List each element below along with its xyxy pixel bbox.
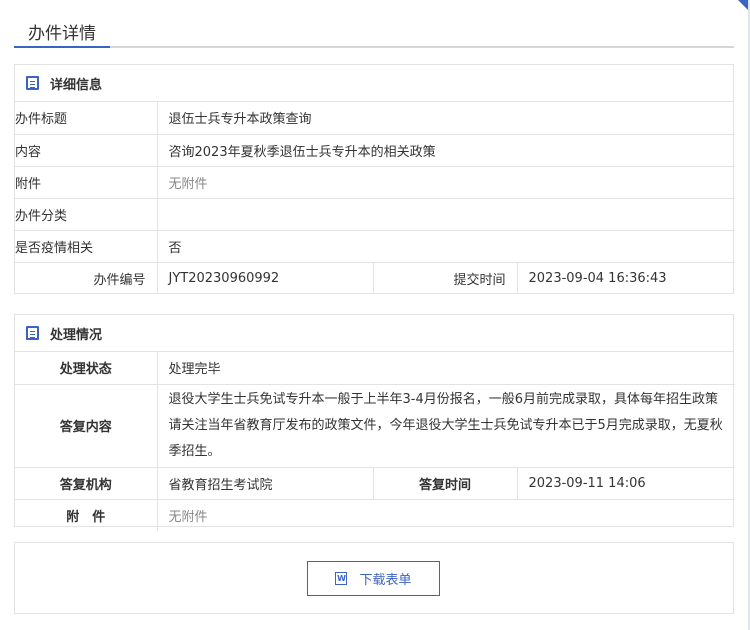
detail-table: 办件标题 退伍士兵专升本政策查询 内容 咨询2023年夏秋季退伍士兵专升本的相关… (15, 102, 735, 294)
handling-attachment-value: 无附件 (157, 498, 736, 531)
download-form-button[interactable]: W 下载表单 (307, 561, 440, 596)
table-row: 答复机构 省教育招生考试院 答复时间 2023-09-11 14:06 (15, 466, 736, 499)
table-row: 附 件 无附件 (15, 498, 736, 531)
submit-time-value: 2023-09-04 16:36:43 (517, 261, 735, 294)
handling-table: 处理状态 处理完毕 答复内容 退役大学生士兵免试专升本一般于上半年3-4月份报名… (15, 352, 736, 531)
category-label: 办件分类 (15, 197, 158, 230)
table-row: 办件标题 退伍士兵专升本政策查询 (15, 102, 735, 134)
handling-panel-header: 处理情况 (15, 315, 733, 352)
org-value: 省教育招生考试院 (157, 466, 374, 499)
page-header: 办件详情 (14, 14, 734, 48)
content-label: 内容 (15, 133, 158, 166)
download-label: 下载表单 (359, 573, 412, 588)
table-row: 办件分类 (15, 197, 735, 230)
word-doc-icon: W (335, 572, 348, 585)
number-label: 办件编号 (15, 261, 158, 294)
table-row: 是否疫情相关 否 (15, 229, 735, 262)
reply-label: 答复内容 (15, 383, 158, 467)
content-value: 咨询2023年夏秋季退伍士兵专升本的相关政策 (157, 133, 735, 166)
document-icon (26, 326, 39, 340)
reply-time-label: 答复时间 (373, 466, 518, 499)
epidemic-label: 是否疫情相关 (15, 229, 158, 262)
handling-heading: 处理情况 (50, 327, 103, 343)
table-row: 办件编号 JYT20230960992 提交时间 2023-09-04 16:3… (15, 261, 735, 294)
title-label: 办件标题 (15, 102, 158, 134)
reply-value: 退役大学生士兵免试专升本一般于上半年3-4月份报名，一般6月前完成录取，具体每年… (157, 383, 736, 467)
handling-attachment-label: 附 件 (15, 498, 158, 531)
attachment-label: 附件 (15, 165, 158, 198)
table-row: 内容 咨询2023年夏秋季退伍士兵专升本的相关政策 (15, 133, 735, 166)
status-value: 处理完毕 (168, 362, 221, 378)
table-row: 答复内容 退役大学生士兵免试专升本一般于上半年3-4月份报名，一般6月前完成录取… (15, 383, 736, 467)
number-value: JYT20230960992 (157, 261, 374, 294)
title-value: 退伍士兵专升本政策查询 (168, 112, 312, 128)
epidemic-value: 否 (157, 229, 735, 262)
status-label: 处理状态 (15, 352, 158, 384)
table-row: 附件 无附件 (15, 165, 735, 198)
category-value (157, 197, 735, 230)
handling-panel: 处理情况 处理状态 处理完毕 答复内容 退役大学生士兵免试专升本一般于上半年3-… (14, 314, 736, 531)
org-label: 答复机构 (15, 466, 158, 499)
detail-panel-header: 详细信息 (15, 65, 733, 102)
submit-time-label: 提交时间 (373, 261, 518, 294)
attachment-value: 无附件 (157, 165, 735, 198)
table-row: 处理状态 处理完毕 (15, 352, 735, 384)
page-title: 办件详情 (14, 14, 110, 48)
download-panel: W 下载表单 (14, 542, 734, 614)
detail-heading: 详细信息 (50, 77, 103, 93)
reply-time-value: 2023-09-11 14:06 (517, 466, 736, 499)
detail-panel: 详细信息 办件标题 退伍士兵专升本政策查询 内容 咨询2023年夏秋季退伍士兵专… (14, 64, 735, 294)
document-icon (26, 76, 39, 90)
